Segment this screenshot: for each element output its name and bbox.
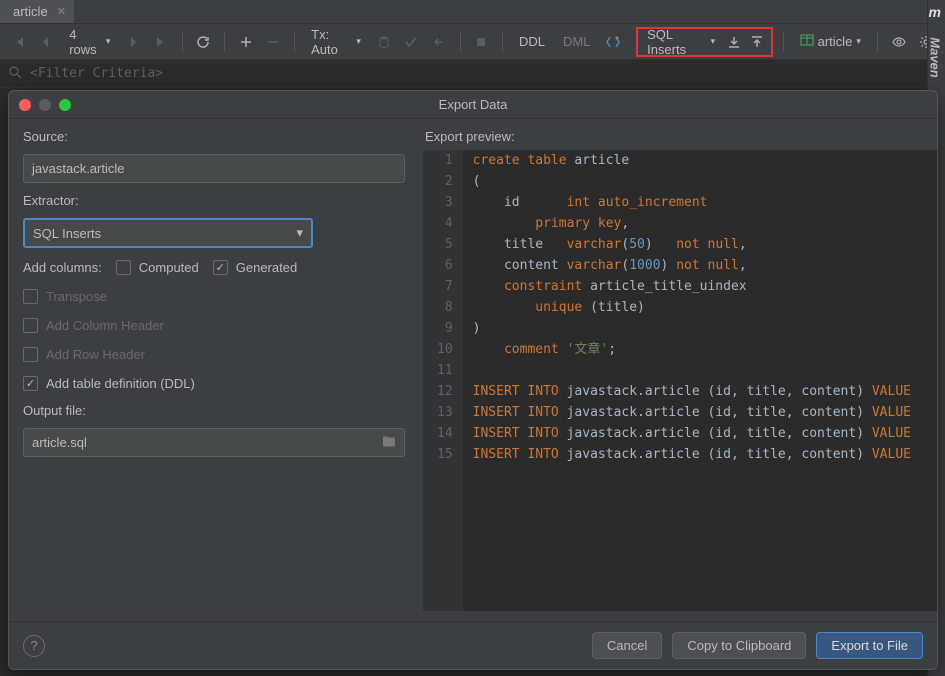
generated-label: Generated [236,260,297,275]
transpose-checkbox [23,289,38,304]
filter-row[interactable]: <Filter Criteria> [0,60,945,88]
chevron-down-icon: ▾ [856,36,861,47]
generated-checkbox[interactable] [213,260,228,275]
nav-prev-icon[interactable] [36,30,58,54]
submit-icon[interactable] [400,30,422,54]
table-def-checkbox[interactable] [23,376,38,391]
search-icon [8,65,22,83]
delete-row-icon[interactable] [263,30,285,54]
tab-label: article [13,4,48,19]
stop-icon[interactable] [471,30,493,54]
chevron-down-icon: ▾ [711,36,716,47]
chevron-down-icon: ▾ [106,36,111,47]
row-header-checkbox [23,347,38,362]
window-zoom-icon[interactable] [59,99,71,111]
dml-button[interactable]: DML [557,34,596,49]
close-icon[interactable]: ✕ [57,5,66,18]
extractor-dropdown[interactable]: SQL Inserts ▾ [641,27,721,57]
nav-last-icon[interactable] [150,30,172,54]
row-count-dropdown[interactable]: 4 rows ▾ [63,27,116,57]
refresh-icon[interactable] [193,30,215,54]
add-columns-label: Add columns: [23,260,102,275]
eye-icon[interactable] [888,30,910,54]
table-def-label: Add table definition (DDL) [46,376,195,391]
col-header-label: Add Column Header [46,318,164,333]
output-label: Output file: [23,403,405,418]
transpose-label: Transpose [46,289,107,304]
target-table-dropdown[interactable]: article ▾ [794,33,867,50]
rollback-icon[interactable] [428,30,450,54]
extractor-select[interactable]: SQL Inserts ▾ [23,218,313,248]
download-icon[interactable] [723,30,744,54]
window-minimize-icon[interactable] [39,99,51,111]
preview-label: Export preview: [423,129,937,144]
dialog-title: Export Data [439,97,508,112]
folder-icon[interactable] [382,435,396,450]
col-header-checkbox [23,318,38,333]
nav-next-icon[interactable] [122,30,144,54]
table-icon [800,33,814,50]
window-close-icon[interactable] [19,99,31,111]
editor-tab[interactable]: article ✕ [0,0,74,23]
row-header-label: Add Row Header [46,347,145,362]
copy-clipboard-button[interactable]: Copy to Clipboard [672,632,806,659]
upload-icon[interactable] [746,30,767,54]
export-preview-code: 123456789101112131415 create table artic… [423,150,937,611]
tx-mode-dropdown[interactable]: Tx: Auto ▾ [305,27,367,57]
cancel-button[interactable]: Cancel [592,632,662,659]
maven-m-icon: m [929,4,941,20]
add-row-icon[interactable] [235,30,257,54]
nav-first-icon[interactable] [8,30,30,54]
compare-icon[interactable] [603,30,625,54]
output-file-input[interactable]: article.sql [23,428,405,457]
commit-db-icon[interactable] [373,30,395,54]
source-label: Source: [23,129,405,144]
chevron-down-icon: ▾ [296,225,303,241]
export-data-dialog: Export Data Source: javastack.article Ex… [8,90,938,670]
chevron-down-icon: ▾ [356,36,361,47]
source-input[interactable]: javastack.article [23,154,405,183]
filter-placeholder: <Filter Criteria> [30,66,163,81]
computed-checkbox[interactable] [116,260,131,275]
computed-label: Computed [139,260,199,275]
export-file-button[interactable]: Export to File [816,632,923,659]
help-button[interactable]: ? [23,635,45,657]
extractor-label: Extractor: [23,193,405,208]
export-highlight-box: SQL Inserts ▾ [636,27,773,57]
ddl-button[interactable]: DDL [513,34,551,49]
